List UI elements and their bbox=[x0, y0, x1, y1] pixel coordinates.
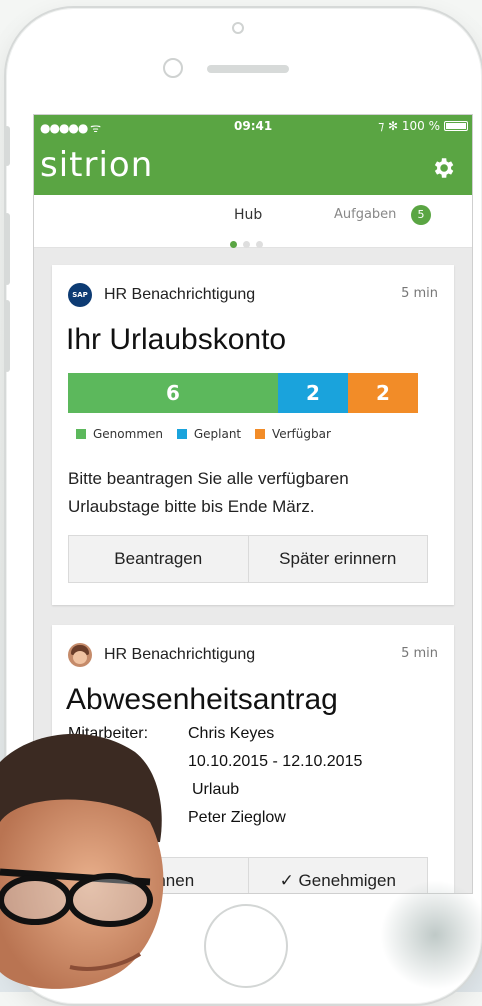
page-dot bbox=[243, 241, 250, 248]
legend-swatch bbox=[176, 429, 187, 439]
front-camera bbox=[232, 22, 244, 34]
card-source: HR Benachrichtigung bbox=[104, 286, 256, 303]
tab-bar: Hub Aufgaben 5 bbox=[34, 195, 472, 248]
card-time: 5 min bbox=[401, 286, 438, 301]
card-actions: Beantragen Später erinnern bbox=[68, 535, 428, 583]
status-bar: ●●●●● ᯤ 09:41 ⁊ ✻ 100 % bbox=[34, 115, 472, 137]
card-time: 5 min bbox=[401, 646, 438, 661]
vacation-balance-bar: 622 bbox=[68, 373, 418, 413]
proximity-sensor bbox=[163, 58, 183, 78]
sap-icon: SAP bbox=[68, 283, 92, 307]
approve-button[interactable]: ✓ Genehmigen bbox=[248, 857, 428, 893]
legend-item: Geplant bbox=[176, 427, 242, 441]
tab-hub[interactable]: Hub bbox=[234, 207, 262, 223]
legend-label: Verfügbar bbox=[271, 427, 331, 441]
app-logo: sitrion bbox=[40, 145, 154, 185]
card-description: Bitte beantragen Sie alle verfügbaren Ur… bbox=[68, 469, 349, 516]
gear-icon[interactable] bbox=[430, 155, 456, 181]
earpiece-speaker bbox=[207, 65, 289, 73]
card-header: HR Benachrichtigung 5 min bbox=[68, 643, 438, 671]
page-dot bbox=[256, 241, 263, 248]
tab-aufgaben[interactable]: Aufgaben bbox=[334, 207, 396, 222]
remind-later-button[interactable]: Später erinnern bbox=[248, 535, 428, 583]
mute-switch bbox=[4, 126, 10, 166]
volume-down-button bbox=[4, 300, 10, 372]
legend-label: Genommen bbox=[93, 427, 163, 441]
person-photo bbox=[0, 733, 164, 989]
app-header: ●●●●● ᯤ 09:41 ⁊ ✻ 100 % sitrion bbox=[34, 115, 472, 195]
page-dot bbox=[230, 241, 237, 248]
chart-legend: Genommen Geplant Verfügbar bbox=[76, 427, 341, 442]
status-time: 09:41 bbox=[234, 119, 273, 133]
bar-segment-geplant: 2 bbox=[278, 373, 348, 413]
background-blur bbox=[380, 880, 482, 990]
legend-item: Verfügbar bbox=[254, 427, 331, 441]
vacation-card: SAP HR Benachrichtigung 5 min Ihr Urlaub… bbox=[52, 265, 454, 605]
card-header: SAP HR Benachrichtigung 5 min bbox=[68, 283, 438, 311]
card-title: Abwesenheitsantrag bbox=[66, 683, 338, 716]
bar-segment-genommen: 6 bbox=[68, 373, 278, 413]
card-title: Ihr Urlaubskonto bbox=[66, 323, 287, 356]
legend-item: Genommen bbox=[76, 427, 163, 441]
request-button[interactable]: Beantragen bbox=[68, 535, 249, 583]
card-source: HR Benachrichtigung bbox=[104, 646, 256, 663]
signal-indicator: ●●●●● ᯤ bbox=[40, 121, 101, 135]
page-indicator bbox=[230, 233, 269, 252]
status-right: ⁊ ✻ 100 % bbox=[378, 119, 440, 133]
avatar-icon bbox=[68, 643, 92, 667]
battery-icon bbox=[444, 121, 468, 131]
task-count-badge: 5 bbox=[411, 205, 431, 225]
legend-label: Geplant bbox=[193, 427, 242, 441]
legend-swatch bbox=[76, 429, 86, 439]
legend-swatch bbox=[254, 429, 265, 439]
bar-segment-verfügbar: 2 bbox=[348, 373, 418, 413]
volume-up-button bbox=[4, 213, 10, 285]
